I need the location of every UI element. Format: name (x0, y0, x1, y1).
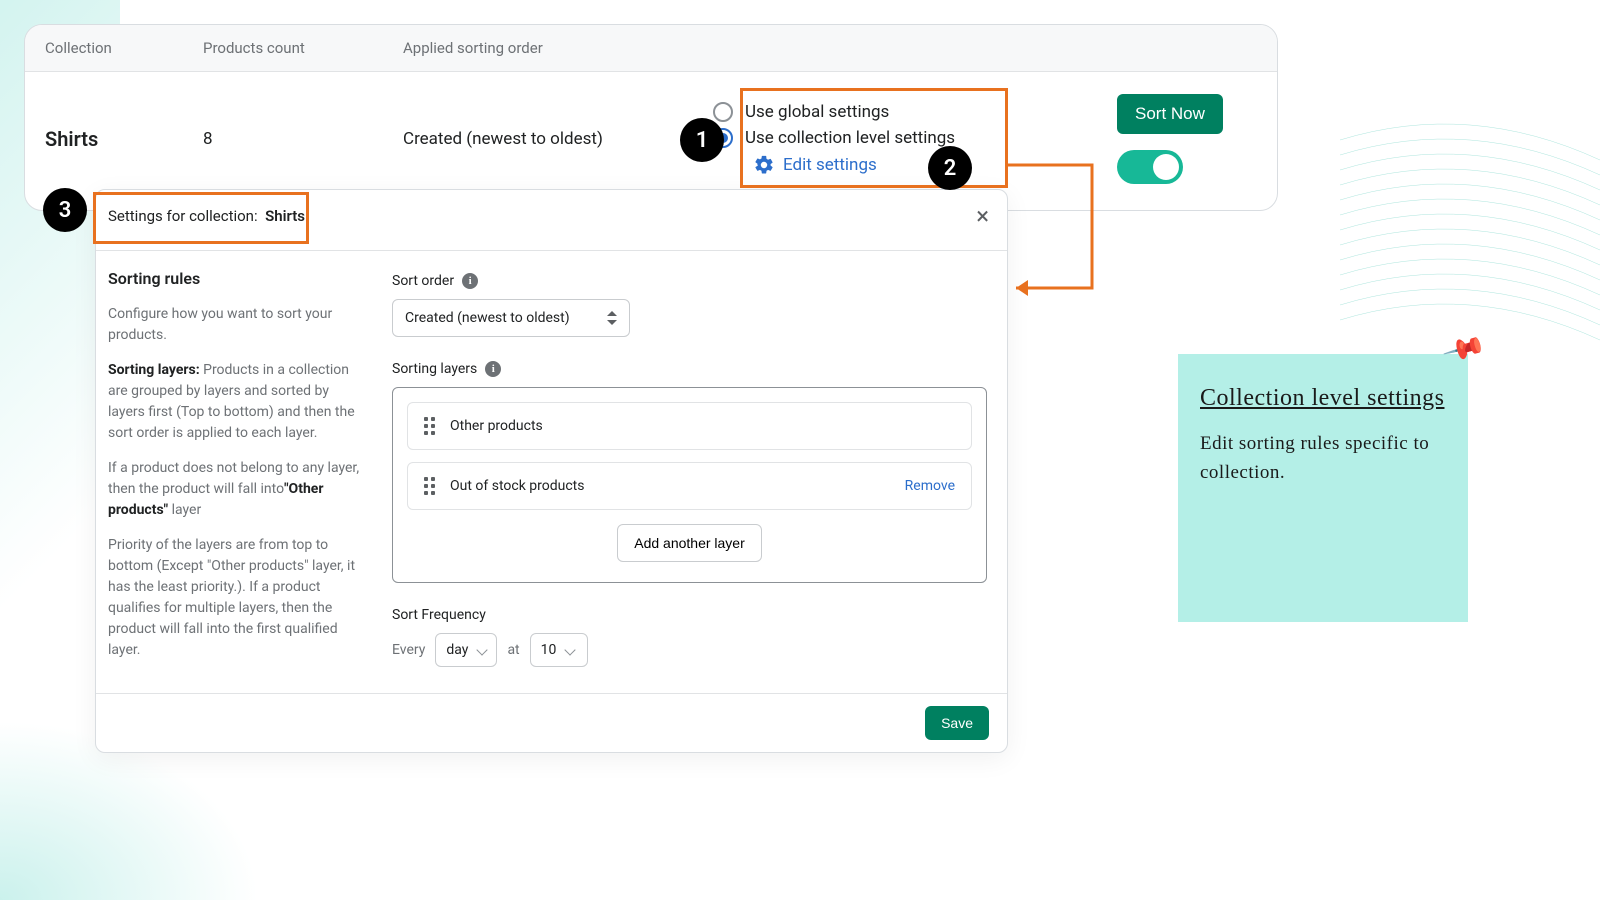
header-applied-sort: Applied sorting order (403, 39, 713, 57)
sort-frequency-label: Sort Frequency (392, 607, 987, 623)
modal-footer: Save (96, 693, 1007, 752)
freq-every-text: Every (392, 642, 425, 658)
products-count-value: 8 (203, 129, 403, 149)
modal-title-collection: Shirts (265, 207, 305, 225)
info-icon[interactable]: i (485, 361, 501, 377)
info-icon[interactable]: i (462, 273, 478, 289)
radio-use-global[interactable]: Use global settings (713, 102, 1117, 122)
radio-use-global-label: Use global settings (745, 102, 889, 122)
collection-name[interactable]: Shirts (45, 127, 203, 151)
edit-settings-label: Edit settings (783, 155, 877, 175)
help-p4: Priority of the layers are from top to b… (108, 535, 362, 661)
sorting-layers-container: Other products Out of stock products Rem… (392, 387, 987, 583)
help-p2: Sorting layers: Products in a collection… (108, 360, 362, 444)
modal-header: Settings for collection: Shirts × (96, 190, 1007, 251)
gear-icon (753, 154, 775, 176)
drag-handle-icon[interactable] (424, 477, 436, 495)
annotation-badge-1: 1 (680, 118, 724, 162)
frequency-time-select[interactable]: 10 (530, 633, 588, 667)
sort-frequency-row: Every day at 10 (392, 633, 987, 667)
help-p3: If a product does not belong to any laye… (108, 458, 362, 521)
settings-modal: Settings for collection: Shirts × Sortin… (95, 189, 1008, 753)
pushpin-icon: 📌 (1441, 326, 1488, 373)
wave-decoration (1340, 100, 1600, 360)
sort-order-value: Created (newest to oldest) (405, 310, 570, 326)
sort-now-button[interactable]: Sort Now (1117, 94, 1223, 134)
sorting-rules-heading: Sorting rules (108, 269, 362, 288)
help-p2-label: Sorting layers: (108, 362, 200, 378)
frequency-unit-value: day (446, 642, 468, 658)
sort-order-label: Sort order i (392, 273, 987, 289)
sticky-title: Collection level settings (1200, 382, 1446, 414)
chevron-down-icon (477, 644, 488, 655)
enable-toggle[interactable] (1117, 150, 1183, 184)
freq-at-text: at (507, 642, 519, 658)
chevron-down-icon (565, 644, 576, 655)
radio-use-collection-label: Use collection level settings (745, 128, 955, 148)
sticky-body: Edit sorting rules specific to collectio… (1200, 430, 1446, 487)
frequency-unit-select[interactable]: day (435, 633, 497, 667)
remove-layer-link[interactable]: Remove (905, 478, 955, 494)
modal-sidebar-help: Sorting rules Configure how you want to … (96, 251, 374, 693)
select-arrows-icon (607, 311, 617, 325)
sort-order-select[interactable]: Created (newest to oldest) (392, 299, 630, 337)
applied-sort-value: Created (newest to oldest) (403, 129, 713, 149)
header-products-count: Products count (203, 39, 403, 57)
close-icon[interactable]: × (976, 204, 989, 228)
sticky-note: 📌 Collection level settings Edit sorting… (1178, 354, 1468, 622)
radio-use-collection-level[interactable]: Use collection level settings (713, 128, 1117, 148)
settings-radio-group: Use global settings Use collection level… (713, 102, 1117, 176)
layer-row-other-products[interactable]: Other products (407, 402, 972, 450)
sorting-layers-label: Sorting layers i (392, 361, 987, 377)
help-p3c: layer (168, 502, 201, 518)
header-collection: Collection (45, 39, 203, 57)
annotation-badge-3: 3 (43, 188, 87, 232)
modal-title-prefix: Settings for collection: (108, 207, 258, 225)
collections-table: Collection Products count Applied sortin… (24, 24, 1278, 211)
layer-label: Other products (450, 418, 543, 434)
add-layer-button[interactable]: Add another layer (617, 524, 762, 562)
help-p1: Configure how you want to sort your prod… (108, 304, 362, 346)
modal-title: Settings for collection: Shirts (108, 207, 305, 225)
layer-label: Out of stock products (450, 478, 584, 494)
save-button[interactable]: Save (925, 706, 989, 740)
drag-handle-icon[interactable] (424, 417, 436, 435)
radio-unchecked-icon (713, 102, 733, 122)
layer-row-out-of-stock[interactable]: Out of stock products Remove (407, 462, 972, 510)
table-header-row: Collection Products count Applied sortin… (25, 25, 1277, 72)
frequency-time-value: 10 (541, 642, 557, 658)
annotation-badge-2: 2 (928, 146, 972, 190)
